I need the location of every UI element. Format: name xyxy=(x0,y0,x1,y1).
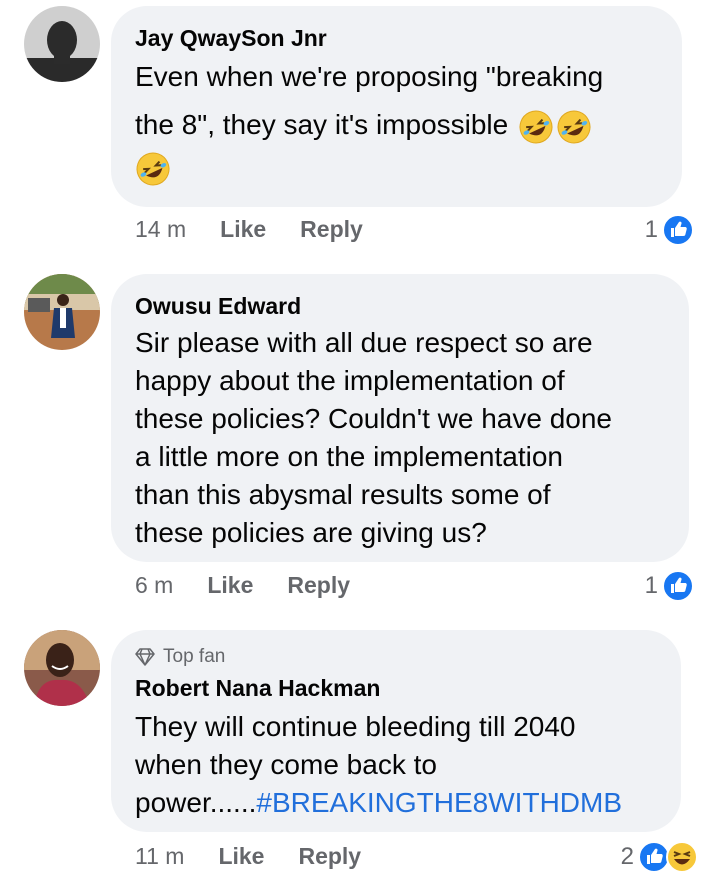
comment-text: Sir please with all due respect so are h… xyxy=(135,324,665,552)
comment-author[interactable]: Jay QwaySon Jnr xyxy=(135,22,658,54)
reaction-summary[interactable]: 1 xyxy=(645,570,694,602)
avatar-jay-qwayson[interactable] xyxy=(24,6,100,82)
comment-author[interactable]: Robert Nana Hackman xyxy=(135,672,657,704)
comment-bubble: Owusu Edward Sir please with all due res… xyxy=(111,274,689,562)
comment-timestamp[interactable]: 6 m xyxy=(135,572,173,599)
comment-text-line: these policies are giving us? xyxy=(135,517,487,548)
thumbs-up-icon xyxy=(662,214,694,246)
comment-bubble: Jay QwaySon Jnr Even when we're proposin… xyxy=(111,6,682,207)
hashtag-link[interactable]: #BREAKINGTHE8WITHDMB xyxy=(256,787,622,818)
comment-text-line: than this abysmal results some of xyxy=(135,479,551,510)
reply-button[interactable]: Reply xyxy=(300,216,363,243)
comment-text-line: these policies? Couldn't we have done xyxy=(135,403,612,434)
comment-text-line: when they come back to xyxy=(135,749,437,780)
comment-emoji-line xyxy=(135,149,658,188)
avatar-owusu-edward[interactable] xyxy=(24,274,100,350)
haha-icon xyxy=(666,841,698,873)
like-button[interactable]: Like xyxy=(207,572,253,599)
comment-text-line: the 8", they say it's impossible xyxy=(135,109,509,140)
reaction-summary[interactable]: 2 xyxy=(621,841,698,873)
diamond-icon xyxy=(135,648,155,666)
rolling-on-floor-laughing-icon xyxy=(557,110,591,144)
comment-text: Even when we're proposing "breaking xyxy=(135,58,658,96)
like-button[interactable]: Like xyxy=(218,843,264,870)
reaction-count: 1 xyxy=(644,572,658,599)
comment-actions: 6 m Like Reply xyxy=(135,572,384,599)
comment-text-line: They will continue bleeding till 2040 xyxy=(135,711,576,742)
comment-text-line: power......#BREAKINGTHE8WITHDMB xyxy=(135,784,657,822)
thumbs-up-icon xyxy=(662,570,694,602)
comment-text-line: a little more on the implementation xyxy=(135,441,563,472)
comment-timestamp[interactable]: 11 m xyxy=(135,843,184,870)
comment-bubble: Top fan Robert Nana Hackman They will co… xyxy=(111,630,681,832)
reply-button[interactable]: Reply xyxy=(287,572,350,599)
comment-author[interactable]: Owusu Edward xyxy=(135,290,665,322)
reaction-count: 2 xyxy=(620,843,634,870)
avatar-robert-nana-hackman[interactable] xyxy=(24,630,100,706)
rolling-on-floor-laughing-icon xyxy=(136,152,170,186)
reply-button[interactable]: Reply xyxy=(298,843,361,870)
comment-timestamp[interactable]: 14 m xyxy=(135,216,186,243)
comment-text-line: happy about the implementation of xyxy=(135,365,565,396)
comment-text: the 8", they say it's impossible xyxy=(135,106,658,145)
comment-text-line: Sir please with all due respect so are xyxy=(135,327,593,358)
reaction-count: 1 xyxy=(644,216,658,243)
comment-text-segment: power...... xyxy=(135,787,257,818)
comment-text-line: Even when we're proposing "breaking xyxy=(135,61,604,92)
comment-actions: 11 m Like Reply xyxy=(135,843,395,870)
rolling-on-floor-laughing-icon xyxy=(519,110,553,144)
like-button[interactable]: Like xyxy=(220,216,266,243)
top-fan-badge[interactable]: Top fan xyxy=(135,644,657,670)
reaction-summary[interactable]: 1 xyxy=(645,214,694,246)
comment-actions: 14 m Like Reply xyxy=(135,216,397,243)
top-fan-label: Top fan xyxy=(163,646,226,667)
